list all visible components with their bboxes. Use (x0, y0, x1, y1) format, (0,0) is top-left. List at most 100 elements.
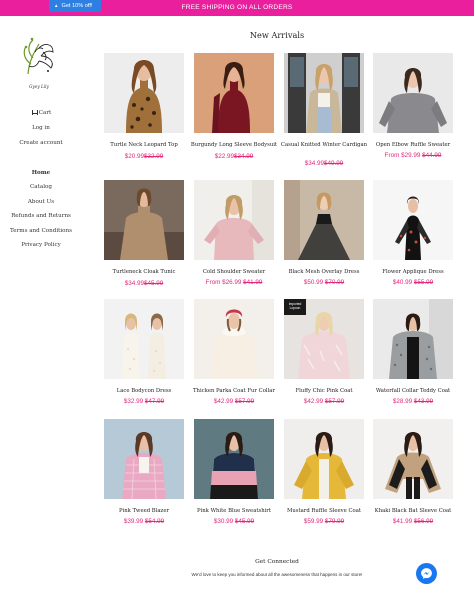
sale-price: $22.99 (214, 153, 234, 160)
sidebar-item-privacy[interactable]: Privacy Policy (6, 242, 76, 248)
price-prefix: From (384, 152, 400, 159)
original-price: $44.99 (422, 152, 442, 159)
product-image[interactable] (373, 53, 453, 133)
original-price: $70.99 (324, 279, 345, 286)
product-price: $32.99 $47.99 (98, 398, 190, 405)
product-image[interactable] (194, 180, 274, 260)
original-price: $45.99 (144, 280, 164, 287)
sale-price: $42.99 (213, 398, 234, 405)
product-price: $42.99 $57.99 (188, 398, 280, 405)
sidebar-item-catalog[interactable]: Catalog (6, 184, 76, 190)
product-price: From $29.99 $44.99 (367, 152, 459, 159)
footer-text: We'd love to keep you informed about all… (191, 572, 363, 577)
sidebar-item-cart[interactable]: Cart (6, 110, 76, 116)
sidebar-item-create-account[interactable]: Create account (6, 140, 76, 146)
sale-price: $34.99 (304, 160, 324, 167)
price-prefix: From (205, 279, 221, 286)
logo-text: Gyey Lily (29, 84, 49, 89)
sale-price: $26.99 (222, 279, 242, 286)
product-name[interactable]: Cold Shoulder Sweater (188, 269, 280, 277)
cart-icon (31, 110, 38, 115)
product-image[interactable] (104, 299, 184, 379)
product-price: $28.99 $43.99 (367, 398, 459, 405)
page-title: New Arrivals (249, 30, 305, 40)
sale-price: $28.99 (392, 398, 413, 405)
sale-price: $20.99 (124, 153, 144, 160)
sale-price: $59.99 (303, 518, 324, 525)
original-price: $49.99 (324, 160, 344, 167)
product-name[interactable]: Flower Applique Dress (367, 269, 459, 277)
original-price: $79.99 (324, 518, 345, 525)
store-logo[interactable]: Gyey Lily (19, 34, 59, 92)
product-image[interactable] (373, 299, 453, 379)
product-image[interactable] (194, 299, 274, 379)
product-name[interactable]: Open Elbow Ruffle Sweater (367, 142, 459, 150)
sale-price: $30.99 (213, 518, 234, 525)
product-image[interactable] (104, 180, 184, 260)
product-price: $40.99 $55.99 (367, 279, 459, 286)
sidebar: Gyey Lily Cart Log in Create account Hom… (0, 16, 90, 591)
messenger-icon (421, 568, 432, 579)
product-name[interactable]: Pink White Blue Sweatshirt (188, 508, 280, 516)
product-price: $20.99$32.99 (98, 153, 190, 160)
original-price: $57.99 (324, 398, 345, 405)
product-price: $30.99 $45.99 (188, 518, 280, 525)
product-price: $50.99 $70.99 (278, 279, 370, 286)
original-price: $47.99 (144, 398, 165, 405)
product-price: $41.99 $56.99 (367, 518, 459, 525)
product-price: $39.99 $54.99 (98, 518, 190, 525)
sidebar-item-terms[interactable]: Terms and Conditions (6, 228, 76, 234)
product-name[interactable]: Fluffy Chic Pink Coat (278, 388, 370, 396)
sale-price: $50.99 (303, 279, 324, 286)
product-name[interactable]: Burgundy Long Sleeve Bodysuit (188, 142, 280, 150)
sidebar-item-refunds[interactable]: Refunds and Returns (6, 213, 76, 219)
sale-price: $32.99 (123, 398, 144, 405)
product-name[interactable]: Lace Bodycon Dress (98, 388, 190, 396)
product-name[interactable]: Mustard Ruffle Sleeve Coat (278, 508, 370, 516)
sidebar-item-home[interactable]: Home (6, 170, 76, 176)
product-image[interactable] (373, 180, 453, 260)
lily-logo-icon (23, 37, 54, 75)
product-price: $22.99$34.99 (188, 153, 280, 160)
product-image[interactable] (104, 419, 184, 499)
image-badge: Imported Lopoon (288, 302, 302, 310)
original-price: $41.99 (243, 279, 263, 286)
product-image[interactable] (284, 419, 364, 499)
sale-price: $41.99 (392, 518, 413, 525)
messenger-button[interactable] (416, 563, 437, 584)
original-price: $43.99 (413, 398, 434, 405)
original-price: $57.99 (234, 398, 255, 405)
product-image[interactable]: Imported Lopoon (284, 299, 364, 379)
original-price: $32.99 (144, 153, 164, 160)
product-name[interactable]: Waterfall Collar Teddy Coat (367, 388, 459, 396)
discount-tab[interactable]: ▲ Get 10% off! (49, 0, 101, 12)
sale-price: $34.99 (124, 280, 144, 287)
original-price: $54.99 (144, 518, 165, 525)
product-name[interactable]: Turtleneck Cloak Tunic (98, 269, 190, 277)
product-price: From $26.99 $41.99 (188, 279, 280, 286)
product-price: $34.99$45.99 (98, 280, 190, 287)
sidebar-item-about-us[interactable]: About Us (6, 199, 76, 205)
product-name[interactable]: Pink Tweed Blazer (98, 508, 190, 516)
footer-title: Get Connected (255, 559, 299, 565)
sale-price: $42.99 (303, 398, 324, 405)
product-image[interactable] (194, 53, 274, 133)
sidebar-item-label: Cart (38, 110, 52, 116)
product-image[interactable] (284, 180, 364, 260)
sale-price: $29.99 (401, 152, 421, 159)
product-image[interactable] (104, 53, 184, 133)
product-image[interactable] (194, 419, 274, 499)
discount-label: Get 10% off! (61, 3, 93, 9)
original-price: $34.99 (234, 153, 254, 160)
product-image[interactable] (284, 53, 364, 133)
sidebar-item-log-in[interactable]: Log in (6, 125, 76, 131)
product-name[interactable]: Turtle Neck Leopard Top (98, 142, 190, 150)
product-name[interactable]: Thicken Parka Coat Fur Collar (188, 388, 280, 396)
sale-price: $39.99 (123, 518, 144, 525)
product-price: $34.99$49.99 (278, 160, 370, 167)
product-name[interactable]: Casual Knitted Winter Cardigan (278, 142, 370, 150)
product-name[interactable]: Khaki Black Bat Sleeve Coat (367, 508, 459, 516)
product-image[interactable] (373, 419, 453, 499)
product-name[interactable]: Black Mesh Overlay Dress (278, 269, 370, 277)
original-price: $56.99 (413, 518, 434, 525)
